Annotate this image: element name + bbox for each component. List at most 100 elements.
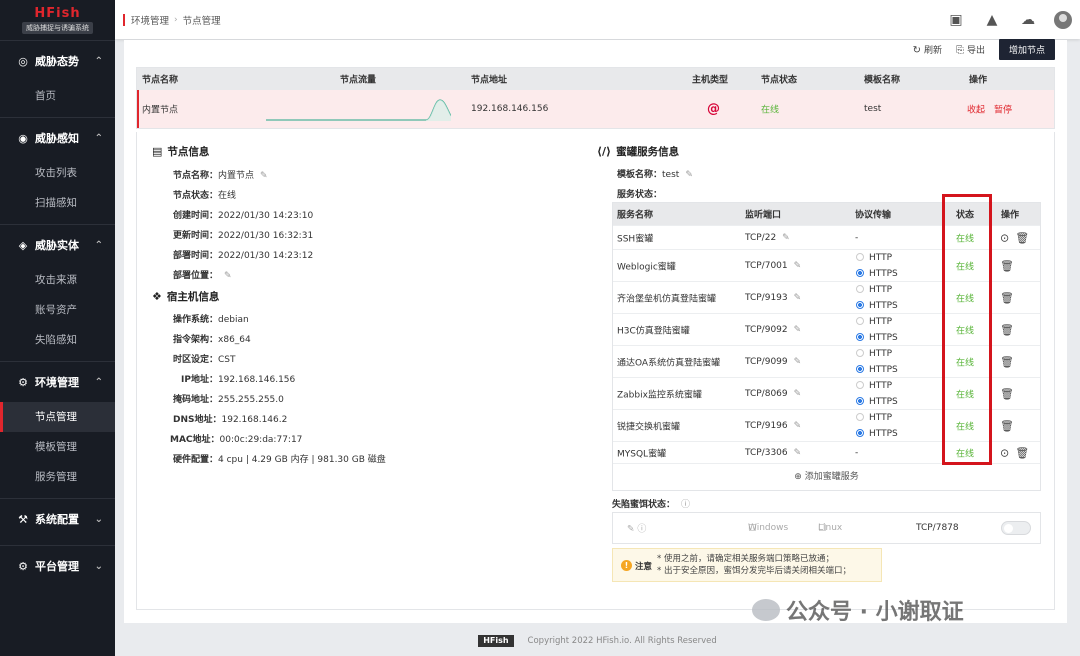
sidebar-item-attack-list[interactable]: 攻击列表 bbox=[0, 158, 115, 188]
breadcrumb-separator-icon: › bbox=[174, 14, 178, 25]
add-node-button[interactable]: 增加节点 bbox=[998, 38, 1055, 60]
service-name: 通达OA系统仿真登陆蜜罐 bbox=[617, 358, 721, 368]
trash-icon[interactable]: 🗑 bbox=[1000, 259, 1014, 272]
help-icon[interactable]: ⓘ bbox=[681, 500, 690, 510]
radio-on-icon bbox=[856, 429, 864, 437]
notice-lines: * 使用之前，请确定相关服务端口策略已放通； * 出于安全原因，蜜饵分发完毕后请… bbox=[657, 553, 851, 577]
nav-group-head-perception[interactable]: ◉ 威胁感知 ⌃ bbox=[0, 118, 115, 158]
edit-pencil-icon[interactable]: ✎ bbox=[685, 170, 693, 180]
service-proto: - bbox=[855, 232, 859, 243]
field-key: DNS地址： bbox=[173, 415, 222, 425]
target-icon[interactable]: ⊙ bbox=[1000, 231, 1009, 244]
proto-option-http[interactable]: HTTP bbox=[856, 410, 898, 426]
field-key: 掩码地址： bbox=[173, 395, 219, 405]
edit-pencil-icon[interactable]: ✎ bbox=[794, 421, 802, 431]
nav-group-platform: ⚙ 平台管理 ⌄ bbox=[0, 545, 115, 586]
port-value: TCP/3306 bbox=[745, 447, 788, 458]
host-icon: ❖ bbox=[152, 290, 162, 303]
field-node-status: 节点状态：在线 bbox=[173, 188, 236, 201]
trash-icon[interactable]: 🗑 bbox=[1000, 419, 1014, 432]
proto-option-http[interactable]: HTTP bbox=[856, 378, 898, 394]
avatar[interactable] bbox=[1054, 10, 1072, 29]
sidebar-item-home[interactable]: 首页 bbox=[0, 81, 115, 111]
wechat-icon[interactable]: ☁ bbox=[1010, 12, 1046, 28]
node-detail-panel: ▤ 节点信息 节点名称：内置节点 ✎ 节点状态：在线 创建时间：2022/01/3… bbox=[136, 132, 1055, 610]
edit-pencil-icon[interactable]: ✎ bbox=[794, 389, 802, 399]
proto-option-http[interactable]: HTTP bbox=[856, 314, 898, 330]
proto-option-http[interactable]: HTTP bbox=[856, 346, 898, 362]
proto-option-https[interactable]: HTTPS bbox=[856, 426, 898, 442]
node-table-header: 节点名称 节点流量 节点地址 主机类型 节点状态 模板名称 操作 bbox=[137, 68, 1054, 90]
field-template: 模板名称：test ✎ bbox=[617, 167, 693, 180]
sidebar-item-attack-source[interactable]: 攻击来源 bbox=[0, 265, 115, 295]
pause-link[interactable]: 暂停 bbox=[994, 103, 1012, 116]
target-icon: ◈ bbox=[18, 238, 28, 252]
export-icon: ⎘ bbox=[955, 44, 964, 56]
sidebar-item-service-mgmt[interactable]: 服务管理 bbox=[0, 462, 115, 492]
breadcrumb-parent[interactable]: 环境管理 bbox=[131, 13, 169, 27]
sidebar-item-template-mgmt[interactable]: 模板管理 bbox=[0, 432, 115, 462]
sidebar-item-node-mgmt[interactable]: 节点管理 bbox=[0, 402, 115, 432]
field-dns: DNS地址：192.168.146.2 bbox=[173, 412, 287, 425]
trash-icon[interactable]: 🗑 bbox=[1015, 231, 1029, 244]
field-key: 服务状态： bbox=[617, 190, 663, 200]
target-icon[interactable]: ⊙ bbox=[1000, 446, 1009, 459]
edit-pencil-icon[interactable]: ✎ bbox=[260, 171, 268, 181]
proto-option-https[interactable]: HTTPS bbox=[856, 330, 898, 346]
proto-option-http[interactable]: HTTP bbox=[856, 282, 898, 298]
rocket-icon[interactable]: ▲ bbox=[974, 12, 1010, 28]
field-os: 操作系统：debian bbox=[173, 312, 249, 325]
docs-icon[interactable]: ▣ bbox=[938, 12, 974, 28]
edit-pencil-icon[interactable]: ✎ bbox=[794, 325, 802, 335]
nav-group-head-config[interactable]: ⚒ 系统配置 ⌄ bbox=[0, 499, 115, 539]
edit-pencil-icon[interactable]: ✎ bbox=[794, 357, 802, 367]
edit-pencil-icon[interactable]: ✎ bbox=[794, 448, 802, 458]
refresh-button[interactable]: ↻ 刷新 bbox=[913, 43, 942, 56]
sidebar-item-compromise[interactable]: 失陷感知 bbox=[0, 325, 115, 355]
edit-pencil-icon[interactable]: ✎ bbox=[794, 293, 802, 303]
add-honeypot-service-button[interactable]: ⊕ 添加蜜罐服务 bbox=[613, 463, 1040, 490]
sidebar-item-accounts[interactable]: 账号资产 bbox=[0, 295, 115, 325]
service-proto: HTTP HTTPS bbox=[856, 282, 898, 314]
nav-group-head-env[interactable]: ⚙ 环境管理 ⌃ bbox=[0, 362, 115, 402]
field-value: debian bbox=[218, 315, 249, 325]
table-row[interactable]: 内置节点 192.168.146.156 @ 在线 test 收起 暂停 bbox=[137, 90, 1054, 128]
field-key: 部署时间： bbox=[173, 251, 219, 261]
sidebar-item-scan[interactable]: 扫描感知 bbox=[0, 188, 115, 218]
field-updated: 更新时间：2022/01/30 16:32:31 bbox=[173, 228, 313, 241]
proto-option-https[interactable]: HTTPS bbox=[856, 362, 898, 378]
edit-pencil-icon[interactable]: ✎ bbox=[782, 233, 790, 243]
refresh-label: 刷新 bbox=[923, 45, 942, 56]
collapse-link[interactable]: 收起 bbox=[967, 103, 985, 116]
port-value: TCP/9092 bbox=[745, 324, 788, 335]
nav-group-head-platform[interactable]: ⚙ 平台管理 ⌄ bbox=[0, 546, 115, 586]
service-actions: 🗑 bbox=[1000, 259, 1020, 272]
edit-pencil-icon[interactable]: ✎ bbox=[794, 261, 802, 271]
field-value: 00:0c:29:da:77:17 bbox=[219, 435, 303, 445]
trash-icon[interactable]: 🗑 bbox=[1015, 446, 1029, 459]
trap-toggle[interactable] bbox=[1001, 521, 1031, 535]
proto-option-https[interactable]: HTTPS bbox=[856, 266, 898, 282]
nav-group-head-situation[interactable]: ◎ 威胁态势 ⌃ bbox=[0, 41, 115, 81]
export-button[interactable]: ⎘ 导出 bbox=[956, 43, 985, 56]
gear-icon: ⚙ bbox=[18, 375, 28, 389]
brand-logo[interactable]: HFish 威胁捕捉与诱骗系统 bbox=[0, 0, 115, 40]
trash-icon[interactable]: 🗑 bbox=[1000, 323, 1014, 336]
proto-option-https[interactable]: HTTPS bbox=[856, 394, 898, 410]
trash-icon[interactable]: 🗑 bbox=[1000, 355, 1014, 368]
brand-title: HFish bbox=[34, 6, 81, 21]
proto-option-https[interactable]: HTTPS bbox=[856, 298, 898, 314]
edit-pencil-icon[interactable]: ✎ bbox=[224, 271, 232, 281]
nav-group-head-entity[interactable]: ◈ 威胁实体 ⌃ bbox=[0, 225, 115, 265]
trash-icon[interactable]: 🗑 bbox=[1000, 387, 1014, 400]
field-value: 192.168.146.2 bbox=[221, 415, 288, 425]
service-port: TCP/9099 ✎ bbox=[745, 357, 801, 367]
footer-logo: HFish bbox=[478, 634, 514, 647]
node-info-title-text: 节点信息 bbox=[167, 146, 210, 158]
trash-icon[interactable]: 🗑 bbox=[1000, 291, 1014, 304]
field-key: 指令架构： bbox=[173, 335, 219, 345]
edit-pencil-icon[interactable]: ✎ ⓘ bbox=[627, 522, 646, 535]
service-name: MYSQL蜜罐 bbox=[617, 449, 667, 459]
nav-group-env: ⚙ 环境管理 ⌃ 节点管理 模板管理 服务管理 bbox=[0, 361, 115, 498]
proto-option-http[interactable]: HTTP bbox=[856, 250, 898, 266]
